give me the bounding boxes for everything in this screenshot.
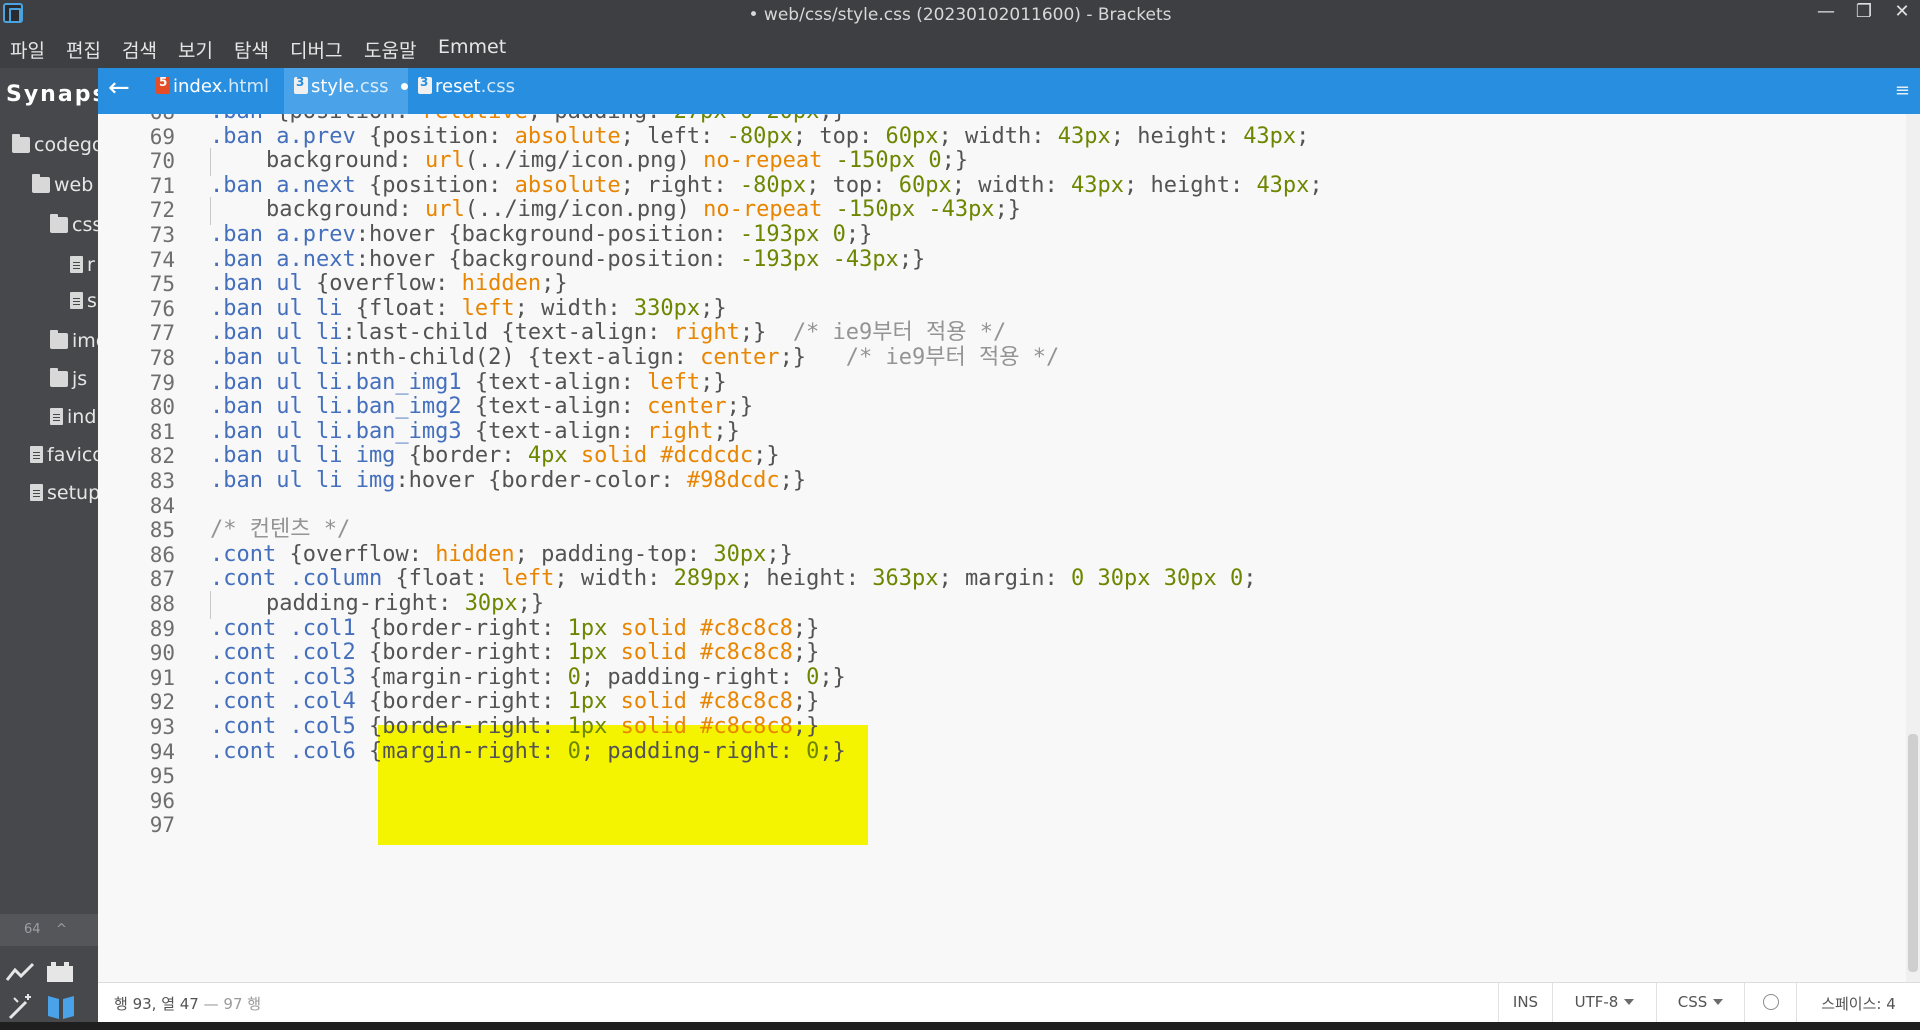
tree-item-reset-file[interactable]: r: [70, 254, 95, 276]
menu-icon[interactable]: ≡: [1895, 80, 1910, 101]
folder-icon: [50, 330, 68, 349]
tree-item-css[interactable]: css: [50, 214, 98, 236]
file-icon: [30, 446, 43, 463]
tree-item-index-file[interactable]: ind: [50, 406, 96, 428]
scrollbar-thumb[interactable]: [1908, 734, 1918, 972]
magic-wand-icon[interactable]: [4, 992, 38, 1022]
live-preview-icon[interactable]: [4, 958, 38, 988]
css3-file-icon: [418, 75, 432, 94]
title-bar: • web/css/style.css (20230102011600) - B…: [0, 0, 1920, 32]
indent-setting[interactable]: 스페이스: 4: [1796, 983, 1920, 1023]
file-icon: [50, 408, 63, 425]
menu-help[interactable]: 도움말: [364, 36, 416, 63]
css3-file-icon: [294, 75, 308, 94]
folder-icon: [50, 368, 68, 387]
file-icon: [30, 484, 43, 501]
back-arrow-icon[interactable]: ←: [108, 73, 130, 103]
insert-mode-toggle[interactable]: INS: [1498, 983, 1552, 1023]
status-bar: 행 93, 열 47 — 97 행 INS UTF-8 CSS 스페이스: 4: [98, 982, 1920, 1023]
problem-count[interactable]: 64 ^: [0, 914, 98, 946]
extension-manager-icon[interactable]: [44, 958, 78, 988]
line-number: 97: [149, 813, 175, 838]
folder-open-icon: [32, 174, 50, 193]
lint-status-icon: [1762, 994, 1779, 1010]
book-icon[interactable]: [44, 992, 78, 1022]
taskbar-strip: [0, 1022, 1920, 1030]
tree-item-codego[interactable]: codego: [12, 134, 98, 156]
minimize-button[interactable]: —: [1808, 0, 1844, 28]
chevron-down-icon: [1713, 999, 1724, 1005]
chevron-down-icon: [1624, 999, 1635, 1005]
folder-open-icon: [12, 134, 30, 153]
code-editor[interactable]: 68.ban {position: relative; padding: 27p…: [98, 114, 1920, 982]
unsaved-dot-icon: [400, 83, 408, 90]
file-icon: [70, 256, 83, 273]
tab-index-html[interactable]: index.html: [146, 68, 280, 114]
menu-search[interactable]: 검색: [122, 36, 157, 63]
menu-file[interactable]: 파일: [10, 36, 45, 63]
folder-open-icon: [50, 214, 68, 233]
project-title[interactable]: Synapse: [6, 82, 98, 107]
sidebar-bottom-panel: 64 ^: [0, 906, 98, 1022]
window-title: • web/css/style.css (20230102011600) - B…: [748, 5, 1172, 25]
tree-item-setup-file[interactable]: setup: [30, 482, 98, 504]
cursor-position[interactable]: 행 93, 열 47 — 97 행: [114, 993, 261, 1014]
menu-debug[interactable]: 디버그: [290, 36, 342, 63]
menu-edit[interactable]: 편집: [66, 36, 101, 63]
file-icon: [70, 292, 83, 309]
menu-view[interactable]: 보기: [178, 36, 213, 63]
menu-navigate[interactable]: 탐색: [234, 36, 269, 63]
editor-scrollbar[interactable]: [1906, 114, 1920, 982]
menu-emmet[interactable]: Emmet: [438, 36, 506, 58]
tab-bar: ← index.html style.css reset.css ≡: [98, 68, 1920, 114]
tree-item-img[interactable]: img: [50, 330, 98, 352]
project-sidebar: Synapse codego web css r s img js ind fa…: [0, 68, 98, 1022]
language-select[interactable]: CSS: [1656, 983, 1744, 1023]
tab-reset-css[interactable]: reset.css: [408, 68, 518, 114]
tree-item-js[interactable]: js: [50, 368, 87, 390]
restore-button[interactable]: ❐: [1846, 0, 1882, 28]
tree-item-favicon-file[interactable]: favico: [30, 444, 98, 466]
encoding-select[interactable]: UTF-8: [1552, 983, 1656, 1023]
lint-status[interactable]: [1744, 983, 1796, 1023]
tree-item-web[interactable]: web: [32, 174, 93, 196]
menu-bar: 파일 편집 검색 보기 탐색 디버그 도움말 Emmet: [0, 32, 1920, 68]
html5-file-icon: [156, 75, 170, 94]
tree-item-style-file[interactable]: s: [70, 290, 97, 312]
code-line[interactable]: 97: [98, 810, 1920, 840]
close-button[interactable]: ✕: [1884, 0, 1920, 28]
tab-style-css[interactable]: style.css: [284, 68, 408, 114]
